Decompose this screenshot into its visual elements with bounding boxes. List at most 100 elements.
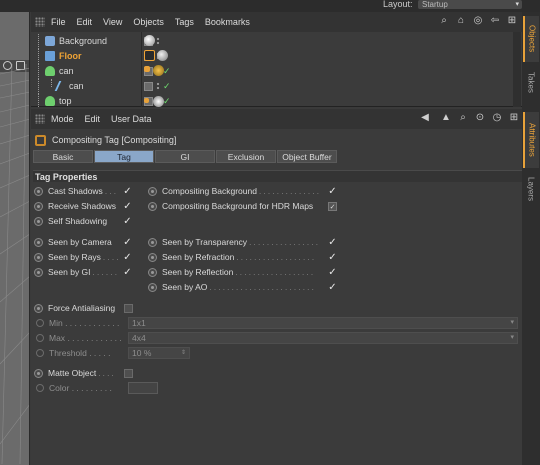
option-compositing-background[interactable]: Compositing Background . . . . . . . . .… xyxy=(148,185,319,197)
option-matte-object[interactable]: Matte Object . . . . xyxy=(34,367,114,379)
option-compositing-background-hdr[interactable]: Compositing Background for HDR Maps xyxy=(148,200,313,212)
animate-radio-icon[interactable] xyxy=(148,252,157,262)
material-tag-icon[interactable] xyxy=(153,96,164,107)
grip-icon[interactable] xyxy=(35,114,45,124)
grip-icon[interactable] xyxy=(35,17,45,27)
animate-radio-icon[interactable] xyxy=(148,186,157,196)
seen-by-transparency-checkbox[interactable]: ✓ xyxy=(328,238,337,248)
menu-edit[interactable]: Edit xyxy=(85,114,101,124)
option-force-antialiasing[interactable]: Force Antialiasing xyxy=(34,302,115,314)
check-icon[interactable]: ✓ xyxy=(163,96,171,107)
material-tag-icon[interactable] xyxy=(153,65,164,76)
animate-radio-icon[interactable] xyxy=(148,267,157,277)
menu-bookmarks[interactable]: Bookmarks xyxy=(205,17,250,27)
option-seen-by-camera[interactable]: Seen by Camera xyxy=(34,236,112,248)
material-tag-icon[interactable] xyxy=(144,35,155,46)
object-row-can[interactable]: can ✓ xyxy=(31,64,522,79)
seen-by-refraction-checkbox[interactable]: ✓ xyxy=(328,253,337,263)
arrow-up-icon[interactable]: ▲ xyxy=(440,112,452,124)
animate-radio-icon[interactable] xyxy=(148,201,157,211)
object-row-top[interactable]: top ✓ xyxy=(31,94,522,107)
seen-by-gi-checkbox[interactable]: ✓ xyxy=(123,268,132,278)
visibility-dots[interactable] xyxy=(156,82,160,91)
compositing-background-checkbox[interactable]: ✓ xyxy=(328,187,337,197)
search-icon[interactable]: ⌕ xyxy=(457,112,469,124)
tab-gi[interactable]: GI xyxy=(155,150,215,163)
tab-layers[interactable]: Layers xyxy=(523,170,539,208)
option-seen-by-refraction[interactable]: Seen by Refraction . . . . . . . . . . .… xyxy=(148,251,314,263)
tab-basic[interactable]: Basic xyxy=(33,150,93,163)
matte-object-checkbox[interactable] xyxy=(124,369,133,378)
option-seen-by-gi[interactable]: Seen by GI . . . . . . xyxy=(34,266,117,278)
tag-icon[interactable] xyxy=(144,66,150,72)
animate-radio-icon[interactable] xyxy=(34,186,43,196)
option-seen-by-reflection[interactable]: Seen by Reflection . . . . . . . . . . .… xyxy=(148,266,313,278)
menu-view[interactable]: View xyxy=(103,17,122,27)
tree-line xyxy=(51,79,52,87)
animate-radio-icon[interactable] xyxy=(34,252,43,262)
tab-attributes[interactable]: Attributes xyxy=(523,112,539,168)
back-icon[interactable]: ⇦ xyxy=(489,15,501,27)
tab-takes[interactable]: Takes xyxy=(523,64,539,100)
compositing-background-hdr-checkbox[interactable]: ✓ xyxy=(328,202,337,211)
menu-edit[interactable]: Edit xyxy=(77,17,93,27)
animate-radio-icon[interactable] xyxy=(34,303,43,313)
tab-exclusion[interactable]: Exclusion xyxy=(216,150,276,163)
force-antialiasing-checkbox[interactable] xyxy=(124,304,133,313)
option-receive-shadows[interactable]: Receive Shadows xyxy=(34,200,116,212)
layer-box[interactable] xyxy=(144,82,153,91)
history-icon[interactable]: ◷ xyxy=(491,112,503,124)
tree-line xyxy=(38,49,39,64)
cast-shadows-checkbox[interactable]: ✓ xyxy=(123,187,132,197)
animate-radio-icon[interactable] xyxy=(148,282,157,292)
check-icon[interactable]: ✓ xyxy=(163,81,171,92)
option-cast-shadows[interactable]: Cast Shadows . . . xyxy=(34,185,116,197)
spline-icon xyxy=(54,81,70,91)
menu-user-data[interactable]: User Data xyxy=(111,114,152,124)
layout-label: Layout: xyxy=(383,0,413,9)
animate-radio-icon[interactable] xyxy=(34,237,43,247)
option-seen-by-transparency[interactable]: Seen by Transparency . . . . . . . . . .… xyxy=(148,236,318,248)
target-icon[interactable]: ◎ xyxy=(472,15,484,27)
layout-dropdown[interactable]: Startup ▾ xyxy=(418,0,522,9)
option-seen-by-rays[interactable]: Seen by Rays . . . . xyxy=(34,251,118,263)
tab-tag[interactable]: Tag xyxy=(94,150,154,163)
tag-icon[interactable] xyxy=(144,98,149,103)
animate-radio-icon[interactable] xyxy=(34,216,43,226)
search-icon[interactable]: ⌕ xyxy=(438,15,450,27)
animate-radio-icon xyxy=(36,318,44,327)
expand-icon[interactable]: ⊞ xyxy=(506,15,518,27)
object-row-can-child[interactable]: can ✓ xyxy=(31,79,522,94)
material-tag-icon[interactable] xyxy=(157,50,168,61)
check-icon[interactable]: ✓ xyxy=(163,66,171,77)
seen-by-reflection-checkbox[interactable]: ✓ xyxy=(328,268,337,278)
menu-tags[interactable]: Tags xyxy=(175,17,194,27)
viewport[interactable] xyxy=(0,12,30,465)
option-self-shadowing[interactable]: Self Shadowing xyxy=(34,215,107,227)
object-row-floor[interactable]: Floor xyxy=(31,49,522,64)
visibility-dots[interactable] xyxy=(156,37,160,46)
tab-objects[interactable]: Objects xyxy=(523,16,539,62)
attribute-manager-menubar: Mode Edit User Data ◀ ▲ ⌕ ⊙ ◷ ⊞ xyxy=(31,109,522,129)
animate-radio-icon[interactable] xyxy=(148,237,157,247)
animate-radio-icon[interactable] xyxy=(34,201,43,211)
receive-shadows-checkbox[interactable]: ✓ xyxy=(123,202,132,212)
option-seen-by-ao[interactable]: Seen by AO . . . . . . . . . . . . . . .… xyxy=(148,281,314,293)
animate-radio-icon[interactable] xyxy=(34,368,43,378)
menu-objects[interactable]: Objects xyxy=(133,17,164,27)
seen-by-camera-checkbox[interactable]: ✓ xyxy=(123,238,132,248)
self-shadowing-checkbox[interactable]: ✓ xyxy=(123,217,132,227)
home-icon[interactable]: ⌂ xyxy=(455,15,467,27)
animate-radio-icon[interactable] xyxy=(34,267,43,277)
lock-icon[interactable]: ⊙ xyxy=(474,112,486,124)
arrow-left-icon[interactable]: ◀ xyxy=(415,112,435,124)
tab-object-buffer[interactable]: Object Buffer xyxy=(277,150,337,163)
null-object-icon xyxy=(45,66,55,76)
object-row-background[interactable]: Background xyxy=(31,34,522,49)
seen-by-rays-checkbox[interactable]: ✓ xyxy=(123,253,132,263)
menu-file[interactable]: File xyxy=(51,17,66,27)
compositing-tag-icon[interactable] xyxy=(144,50,155,61)
seen-by-ao-checkbox[interactable]: ✓ xyxy=(328,283,337,293)
expand-icon[interactable]: ⊞ xyxy=(508,112,520,124)
menu-mode[interactable]: Mode xyxy=(51,114,74,124)
